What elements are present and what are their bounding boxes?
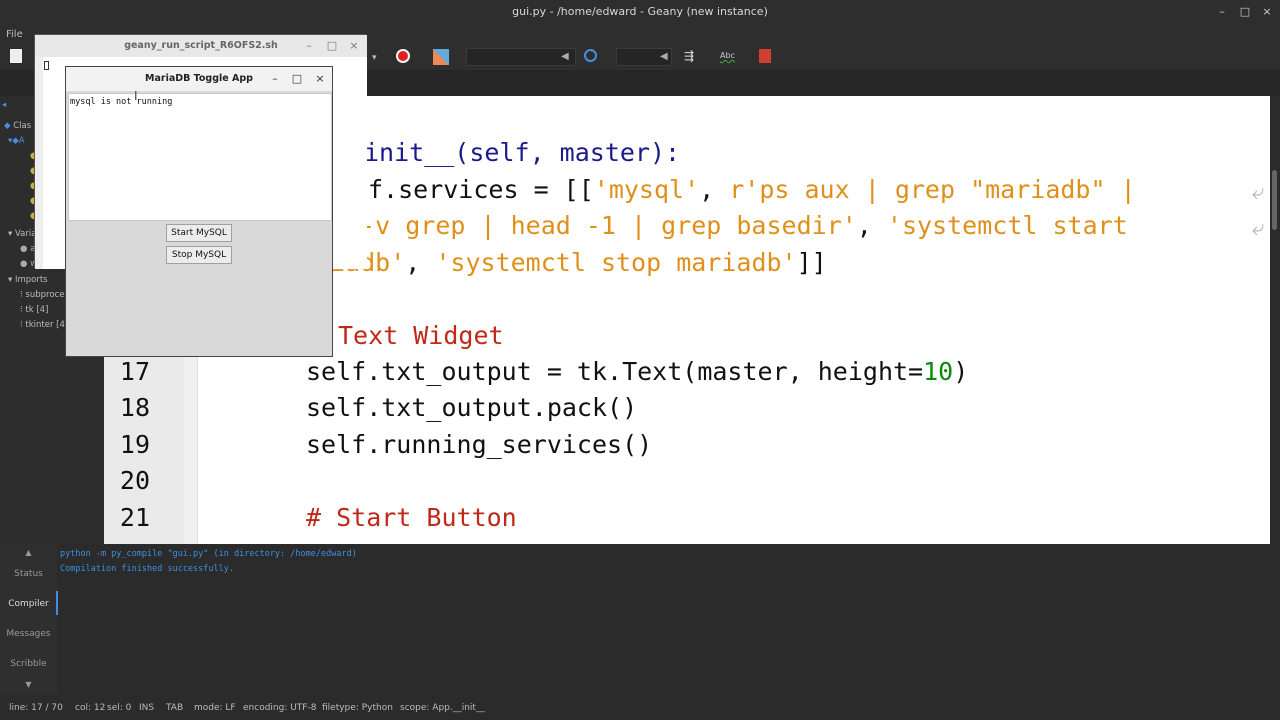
tk-minimize-button[interactable]: – bbox=[267, 71, 283, 87]
sidebar-item-label: Clas bbox=[13, 121, 32, 131]
code-string: 'systemctl start bbox=[886, 211, 1128, 240]
code-comment: # Start Button bbox=[306, 503, 517, 532]
minimize-button[interactable]: – bbox=[1214, 4, 1230, 20]
code-text: ) bbox=[953, 357, 969, 386]
mariadb-toggle-app[interactable]: MariaDB Toggle App – □ × mysql is not ru… bbox=[65, 66, 333, 357]
code-number: 10 bbox=[923, 357, 954, 386]
active-tab-indicator bbox=[56, 591, 58, 615]
terminal-title: geany_run_script_R6OFS2.sh bbox=[124, 40, 278, 51]
code-line: init__(self, master): bbox=[364, 138, 680, 167]
sidebar-item-label: subproces bbox=[25, 290, 69, 300]
output-text: mysql is not running bbox=[70, 97, 173, 107]
code-string: r'ps aux | grep "mariadb" | bbox=[729, 175, 1136, 204]
tk-maximize-button[interactable]: □ bbox=[289, 71, 305, 87]
terminal-scrollbar[interactable] bbox=[35, 57, 43, 269]
tab-status[interactable]: Status bbox=[0, 569, 57, 579]
sidebar-item-label: tkinter [4] bbox=[25, 320, 69, 330]
code-text: f.services = [[ bbox=[368, 175, 594, 204]
sidebar-item-subprocess[interactable]: ⁝ subproces bbox=[20, 290, 69, 300]
search-icon[interactable] bbox=[584, 49, 597, 62]
sidebar-item-label: Imports bbox=[14, 275, 48, 285]
tab-scribble[interactable]: Scribble bbox=[0, 659, 57, 669]
code-string: 'mysql' bbox=[593, 175, 700, 204]
editor-scrollbar[interactable] bbox=[1270, 96, 1280, 544]
sidebar-arrow-icon: ◂ bbox=[2, 100, 7, 110]
sidebar-item-tk[interactable]: ⁝ tk [4] bbox=[20, 305, 48, 315]
jump-to-line-icon[interactable]: ⇶ bbox=[684, 49, 694, 63]
code-string: 'systemctl stop mariadb' bbox=[435, 248, 797, 277]
clear-goto-icon[interactable]: ◀ bbox=[660, 51, 668, 62]
terminal-maximize-button[interactable]: □ bbox=[324, 38, 340, 54]
line-number: 20 bbox=[119, 466, 150, 495]
output-textbox[interactable]: mysql is not running bbox=[68, 93, 332, 221]
chevron-down-icon[interactable]: ▾ bbox=[372, 53, 377, 63]
scrollbar-thumb[interactable] bbox=[1272, 170, 1277, 230]
wrap-indicator-icon: ⤶ bbox=[1252, 180, 1265, 205]
code-text: self.txt_output = tk.Text(master, height… bbox=[306, 357, 924, 386]
code-line: self.running_services() bbox=[306, 430, 653, 459]
spellcheck-icon[interactable]: Abc bbox=[720, 51, 735, 60]
close-button[interactable]: × bbox=[1259, 4, 1275, 20]
statusbar: line: 17 / 70 col: 12 sel: 0 INS TAB mod… bbox=[0, 696, 1280, 720]
code-line: p -v grep | head -1 | grep basedir', 'sy… bbox=[330, 211, 1128, 240]
code-text: , bbox=[856, 211, 887, 240]
sidebar-item-variables[interactable]: ▾ Varia bbox=[8, 229, 36, 239]
status-filetype: filetype: Python bbox=[322, 703, 393, 713]
code-string: p -v grep | head -1 | grep basedir' bbox=[330, 211, 857, 240]
status-ins: INS bbox=[139, 703, 155, 713]
sidebar-item-imports[interactable]: ▾ Imports bbox=[8, 275, 48, 285]
line-number: 18 bbox=[119, 393, 150, 422]
text-cursor-icon: I bbox=[134, 89, 138, 103]
code-text: , bbox=[405, 248, 436, 277]
code-line: f.services = [['mysql', r'ps aux | grep … bbox=[368, 175, 1136, 204]
code-comment: Text Widget bbox=[338, 321, 504, 350]
code-text: , bbox=[699, 175, 730, 204]
start-mysql-button[interactable]: Start MySQL bbox=[166, 224, 232, 242]
search-input[interactable] bbox=[466, 48, 576, 66]
code-line: self.txt_output.pack() bbox=[306, 393, 638, 422]
line-number: 17 bbox=[119, 357, 150, 386]
class-app-icon[interactable]: ▾◆A bbox=[8, 136, 25, 146]
color-chooser-icon[interactable] bbox=[433, 49, 449, 65]
sidebar-item-classes[interactable]: ◆ Clas bbox=[4, 121, 31, 131]
line-number: 19 bbox=[119, 430, 150, 459]
status-encoding: encoding: UTF-8 bbox=[243, 703, 317, 713]
compiler-output-line[interactable]: Compilation finished successfully. bbox=[60, 564, 234, 574]
line-number: 21 bbox=[119, 503, 150, 532]
status-scope: scope: App.__init__ bbox=[400, 703, 485, 713]
status-tab: TAB bbox=[166, 703, 184, 713]
scroll-down-icon[interactable]: ▼ bbox=[0, 680, 57, 689]
maximize-button[interactable]: □ bbox=[1237, 4, 1253, 20]
code-text: ]] bbox=[796, 248, 827, 277]
code-line: self.txt_output = tk.Text(master, height… bbox=[306, 357, 968, 386]
terminal-cursor bbox=[44, 61, 49, 70]
quit-icon[interactable] bbox=[759, 49, 771, 63]
terminal-minimize-button[interactable]: – bbox=[301, 38, 317, 54]
message-tabs: ▲ Status Compiler Messages Scribble ▼ bbox=[0, 544, 57, 694]
new-file-icon[interactable] bbox=[10, 49, 22, 63]
wrap-indicator-icon: ⤶ bbox=[1252, 216, 1265, 241]
sidebar-item-label: tk [4] bbox=[25, 305, 49, 315]
tk-close-button[interactable]: × bbox=[312, 71, 328, 87]
tab-messages[interactable]: Messages bbox=[0, 629, 57, 639]
clear-search-icon[interactable]: ◀ bbox=[561, 51, 569, 62]
status-mode: mode: LF bbox=[194, 703, 236, 713]
window-title: gui.py - /home/edward - Geany (new insta… bbox=[512, 5, 768, 18]
compiler-output-line[interactable]: python -m py_compile "gui.py" (in direct… bbox=[60, 549, 357, 559]
class-icon: ◆ bbox=[4, 121, 11, 131]
menu-file[interactable]: File bbox=[6, 29, 23, 40]
code-text: init__(self, master): bbox=[364, 138, 681, 167]
status-col: col: 12 bbox=[75, 703, 106, 713]
status-line: line: 17 / 70 bbox=[9, 703, 63, 713]
sidebar-item-tkinter[interactable]: ⁝ tkinter [4] bbox=[20, 320, 68, 330]
stop-mysql-button[interactable]: Stop MySQL bbox=[166, 246, 232, 264]
scroll-up-icon[interactable]: ▲ bbox=[0, 548, 57, 557]
code-line: iadb', 'systemctl stop mariadb']] bbox=[330, 248, 827, 277]
tab-compiler[interactable]: Compiler bbox=[0, 599, 57, 609]
terminal-close-button[interactable]: × bbox=[346, 38, 362, 54]
record-macro-icon[interactable] bbox=[396, 49, 410, 63]
status-sel: sel: 0 bbox=[107, 703, 132, 713]
